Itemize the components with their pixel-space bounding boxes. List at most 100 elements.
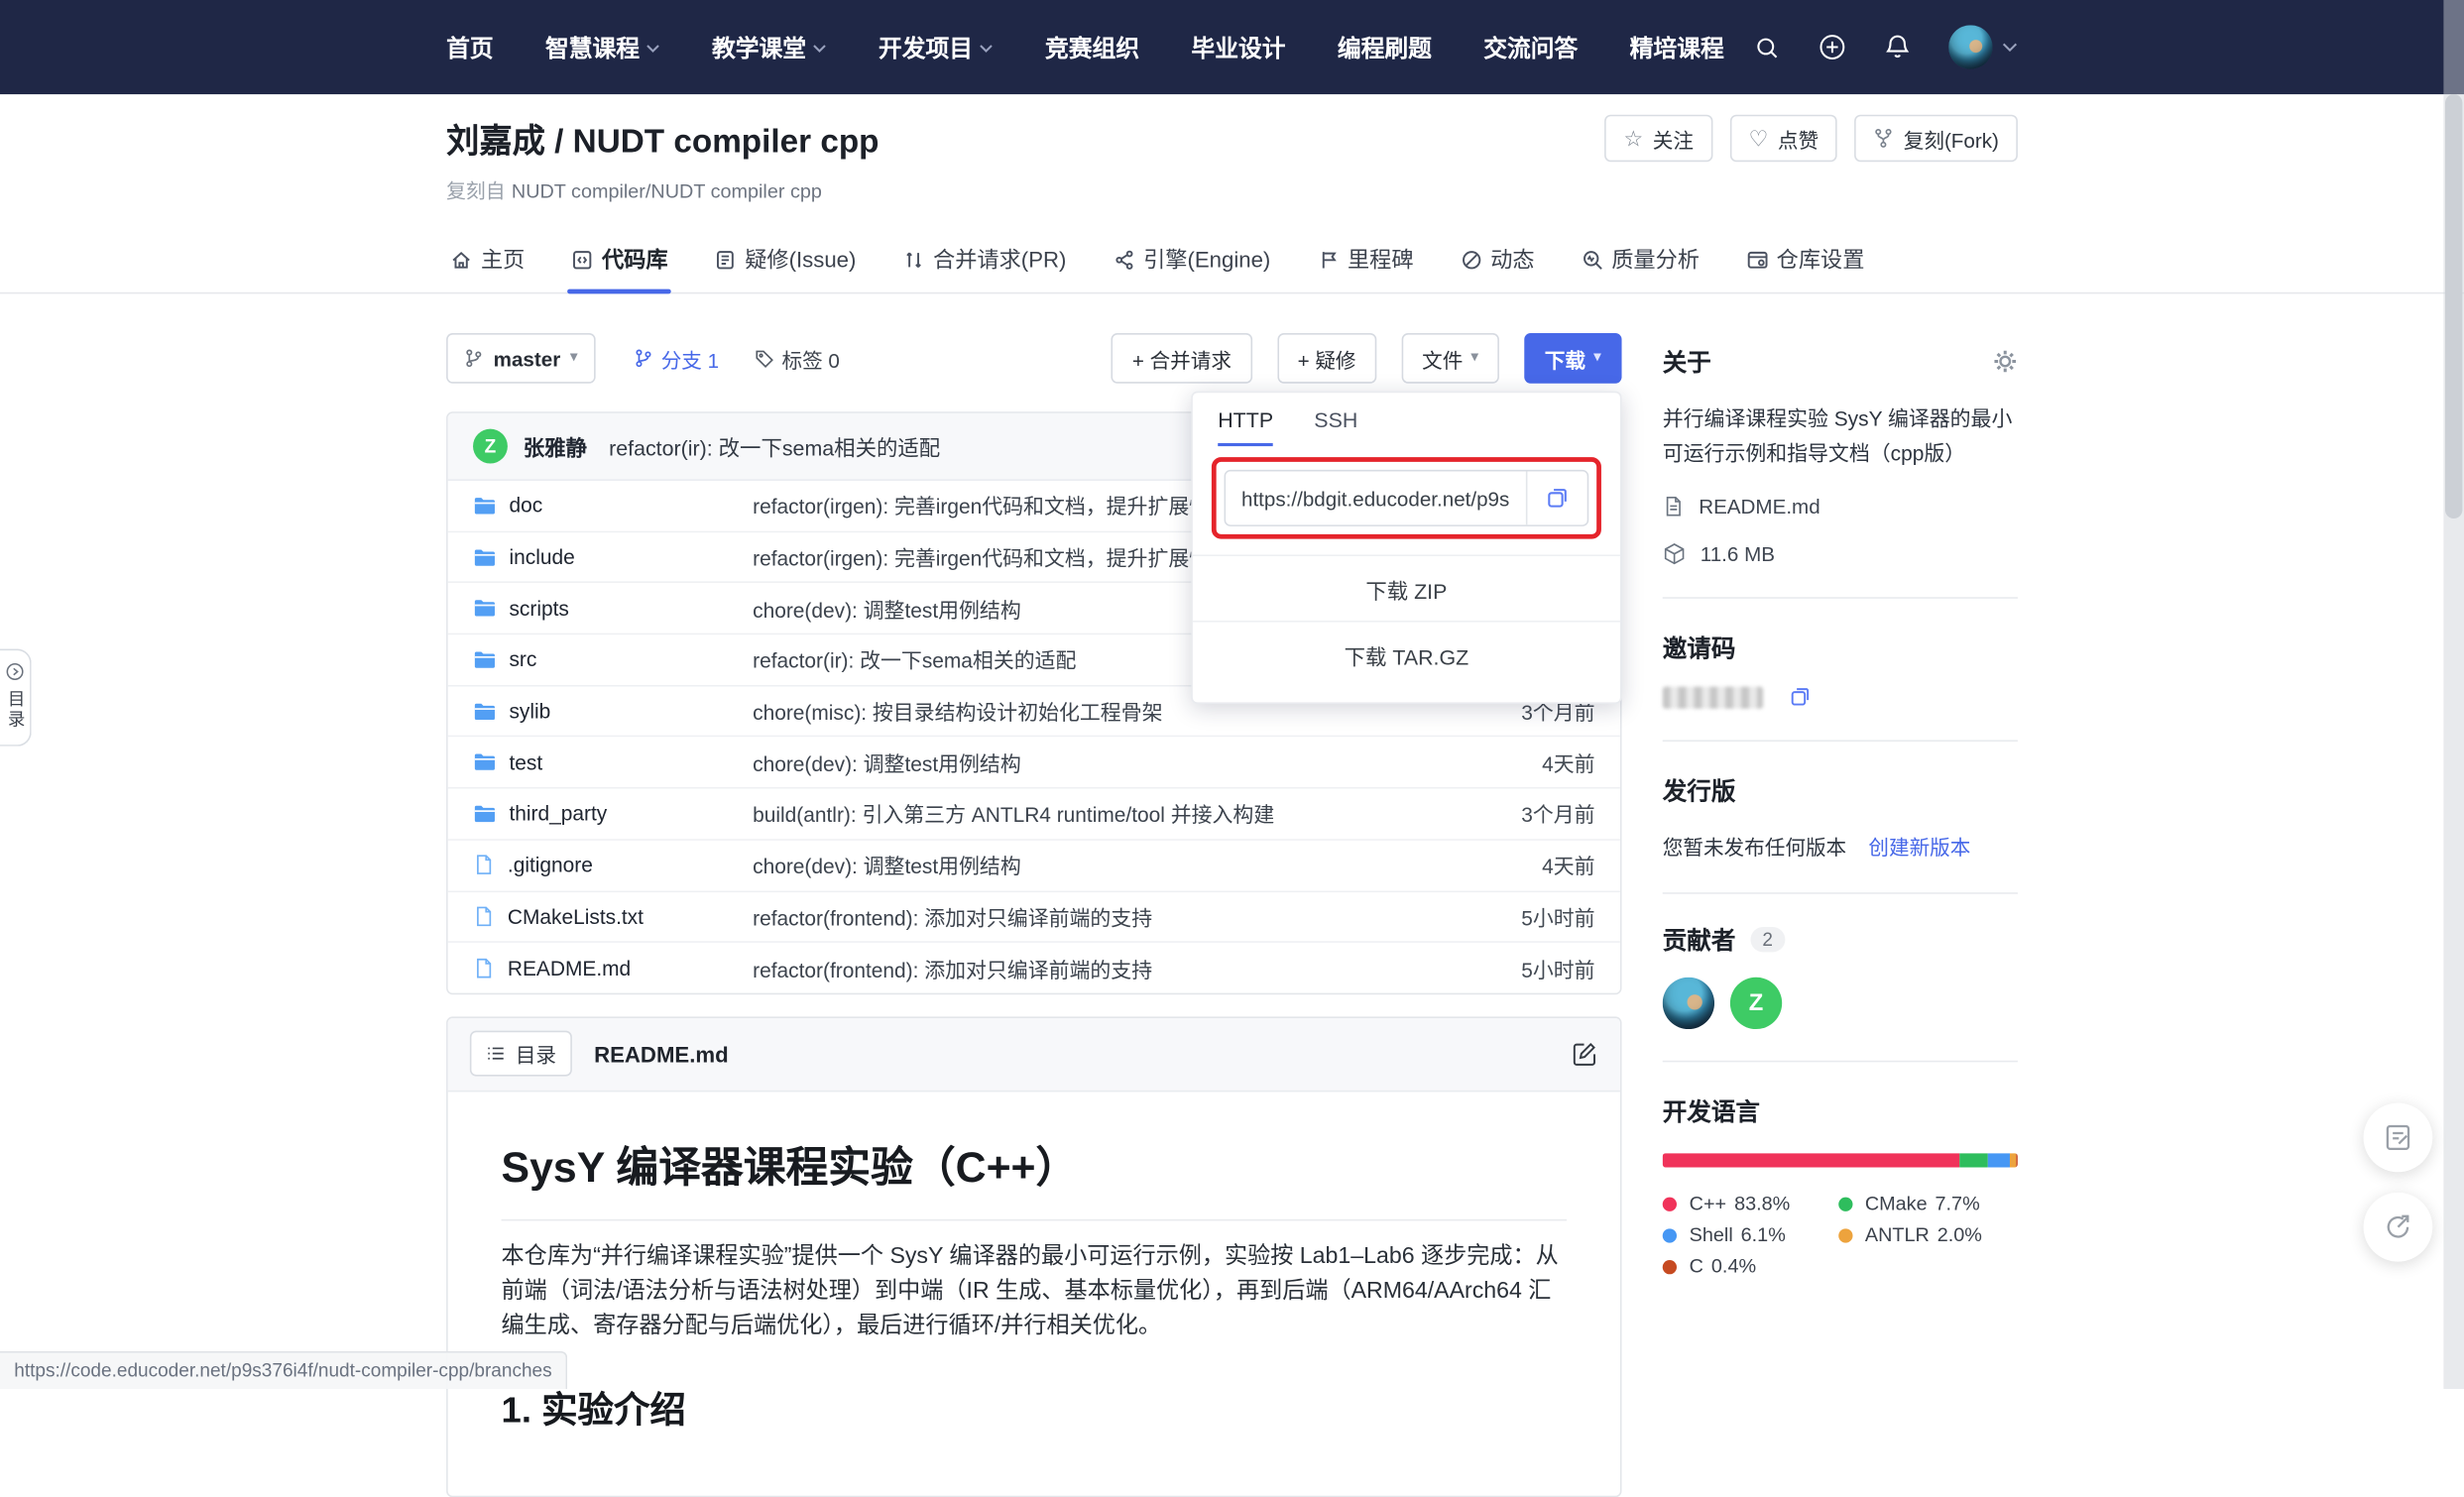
download-dropdown: HTTP SSH 下载 ZIP 下载 TAR.GZ [1191,392,1621,704]
nav-label: 交流问答 [1483,31,1578,63]
tab-activity[interactable]: 动态 [1456,231,1537,292]
file-name[interactable]: test [473,750,753,774]
nav-smart-courses[interactable]: 智慧课程 [545,31,660,63]
file-row[interactable]: test chore(dev): 调整test用例结构 4天前 [448,738,1620,789]
file-row[interactable]: CMakeLists.txt refactor(frontend): 添加对只编… [448,891,1620,943]
committer-name[interactable]: 张雅静 [524,430,587,462]
file-name[interactable]: CMakeLists.txt [473,905,753,929]
file-name[interactable]: README.md [473,956,753,979]
branch-selector[interactable]: master ▾ [446,333,595,384]
download-zip-item[interactable]: 下载 ZIP [1193,554,1620,621]
nav-coding-practice[interactable]: 编程刷题 [1338,31,1432,63]
file-row[interactable]: README.md refactor(frontend): 添加对只编译前端的支… [448,943,1620,992]
divider [1663,598,2018,600]
readme-link[interactable]: README.md [1663,496,2018,519]
tab-issues[interactable]: 疑修(Issue) [710,231,859,292]
document-icon [1663,496,1685,519]
nav-training[interactable]: 精培课程 [1630,31,1724,63]
page-title: 刘嘉成 / NUDT compiler cpp [446,116,879,164]
committer-avatar[interactable]: Z [473,429,508,464]
tags-link[interactable]: 标签 0 [754,343,840,373]
tag-icon [754,348,774,369]
copy-url-button[interactable] [1526,471,1587,524]
new-issue-button[interactable]: + 疑修 [1277,333,1376,384]
file-commit-message[interactable]: refactor(frontend): 添加对只编译前端的支持 [753,953,1438,982]
file-commit-message[interactable]: chore(dev): 调整test用例结构 [753,748,1438,777]
file-commit-message[interactable]: build(antlr): 引入第三方 ANTLR4 runtime/tool … [753,799,1438,829]
branches-link[interactable]: 分支 1 [633,343,719,373]
feedback-form-icon [2383,1122,2414,1154]
file-name[interactable]: src [473,648,753,672]
tab-settings[interactable]: 仓库设置 [1742,231,1868,292]
package-icon [1663,542,1687,566]
legend-pct: 7.7% [1936,1193,1980,1214]
share-refresh-button[interactable] [2364,1193,2433,1262]
nav-label: 精培课程 [1630,31,1724,63]
repo-header: 刘嘉成 / NUDT compiler cpp 复刻自 NUDT compiler… [0,94,2464,293]
new-pr-button[interactable]: + 合并请求 [1112,333,1251,384]
file-row[interactable]: .gitignore chore(dev): 调整test用例结构 4天前 [448,841,1620,892]
bell-icon[interactable] [1884,33,1911,61]
file-name[interactable]: scripts [473,597,753,621]
files-button[interactable]: 文件▾ [1402,333,1499,384]
file-name-text: .gitignore [508,854,593,877]
toc-button[interactable]: 目录 [470,1031,572,1077]
nav-label: 教学课堂 [712,31,806,63]
download-targz-item[interactable]: 下载 TAR.GZ [1193,621,1620,687]
toc-side-tab[interactable]: 目录 [0,649,32,747]
file-commit-time: 5小时前 [1438,901,1594,931]
tab-milestones[interactable]: 里程碑 [1313,231,1417,292]
language-bar[interactable] [1663,1154,2018,1168]
nav-qa[interactable]: 交流问答 [1483,31,1578,63]
search-icon[interactable] [1754,34,1781,60]
fork-button[interactable]: 复刻(Fork) [1855,115,2018,163]
tab-label: 疑修(Issue) [745,244,856,276]
file-commit-message[interactable]: chore(dev): 调整test用例结构 [753,851,1438,880]
tab-home[interactable]: 主页 [446,231,528,292]
sidebar: 关于 并行编译课程实验 SysY 编译器的最小可运行示例和指导文档（cpp版） … [1663,292,2018,1283]
file-commit-message[interactable]: refactor(frontend): 添加对只编译前端的支持 [753,901,1438,931]
plus-circle-icon[interactable] [1819,33,1847,61]
file-name[interactable]: .gitignore [473,854,753,877]
file-name[interactable]: sylib [473,699,753,723]
nav-dev-projects[interactable]: 开发项目 [879,31,994,63]
clone-url-input[interactable] [1226,471,1526,524]
watch-button[interactable]: ☆ 关注 [1604,115,1712,163]
gear-icon[interactable] [1993,349,2018,374]
nav-teaching[interactable]: 教学课堂 [712,31,827,63]
file-name[interactable]: third_party [473,802,753,826]
edit-icon[interactable] [1572,1041,1598,1068]
contributor-avatar[interactable]: Z [1730,978,1782,1029]
scrollbar-track[interactable] [2443,0,2464,1389]
tab-repository[interactable]: 代码库 [567,231,671,292]
file-row[interactable]: third_party build(antlr): 引入第三方 ANTLR4 r… [448,789,1620,841]
code-repo-icon [570,248,594,272]
watch-label: 关注 [1653,123,1694,153]
tab-pull-requests[interactable]: 合并请求(PR) [898,231,1069,292]
scrollbar-thumb[interactable] [2445,94,2462,518]
star-icon: ☆ [1623,127,1643,149]
file-name[interactable]: doc [473,494,753,518]
like-button[interactable]: ♡点赞 [1729,115,1837,163]
file-name[interactable]: include [473,545,753,569]
tab-ssh[interactable]: SSH [1314,408,1357,446]
forked-prefix: 复刻自 [446,180,505,202]
create-release-link[interactable]: 创建新版本 [1868,832,1970,862]
nav-graduation[interactable]: 毕业设计 [1191,31,1285,63]
forked-from-link[interactable]: NUDT compiler/NUDT compiler cpp [512,180,822,202]
language-segment [1663,1154,1960,1168]
user-menu[interactable] [1948,25,2018,68]
page: 首页 智慧课程 教学课堂 开发项目 竞赛组织 毕业设计 编程刷题 交流问答 精培… [0,0,2464,1389]
feedback-button[interactable] [2364,1103,2433,1173]
legend-dot [1663,1197,1677,1210]
download-button[interactable]: 下载▾ [1524,333,1621,384]
caret-down-icon: ▾ [1470,350,1478,366]
tab-http[interactable]: HTTP [1218,408,1273,446]
commit-message[interactable]: refactor(ir): 改一下sema相关的适配 [609,430,940,462]
nav-competitions[interactable]: 竞赛组织 [1045,31,1139,63]
tab-quality[interactable]: 质量分析 [1577,231,1702,292]
tab-engine[interactable]: 引擎(Engine) [1109,231,1273,292]
nav-home[interactable]: 首页 [446,31,494,63]
copy-icon[interactable] [1789,686,1813,710]
contributor-avatar[interactable] [1663,978,1714,1029]
